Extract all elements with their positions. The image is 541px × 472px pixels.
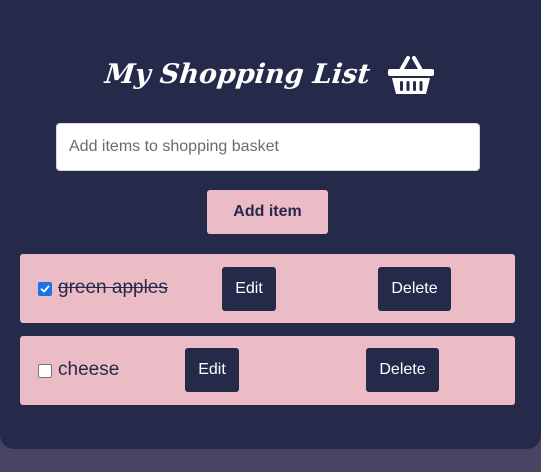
add-item-button[interactable]: Add item (207, 190, 328, 234)
add-item-input[interactable] (56, 123, 480, 171)
header: My Shopping List (0, 44, 541, 104)
item-label: green apples (58, 277, 168, 298)
checkmark-icon (40, 285, 50, 293)
delete-button[interactable]: Delete (378, 267, 451, 311)
list-item: cheese Edit Delete (20, 336, 515, 405)
list-item: green apples Edit Delete (20, 254, 515, 323)
page-title: My Shopping List (103, 58, 372, 90)
item-label: cheese (58, 359, 120, 380)
basket-icon (387, 56, 434, 94)
edit-button[interactable]: Edit (185, 348, 239, 392)
item-checkbox[interactable] (38, 282, 52, 296)
item-checkbox[interactable] (38, 364, 52, 378)
shopping-list-card: My Shopping List Add item green apples E… (0, 0, 541, 449)
edit-button[interactable]: Edit (222, 267, 276, 311)
delete-button[interactable]: Delete (366, 348, 439, 392)
